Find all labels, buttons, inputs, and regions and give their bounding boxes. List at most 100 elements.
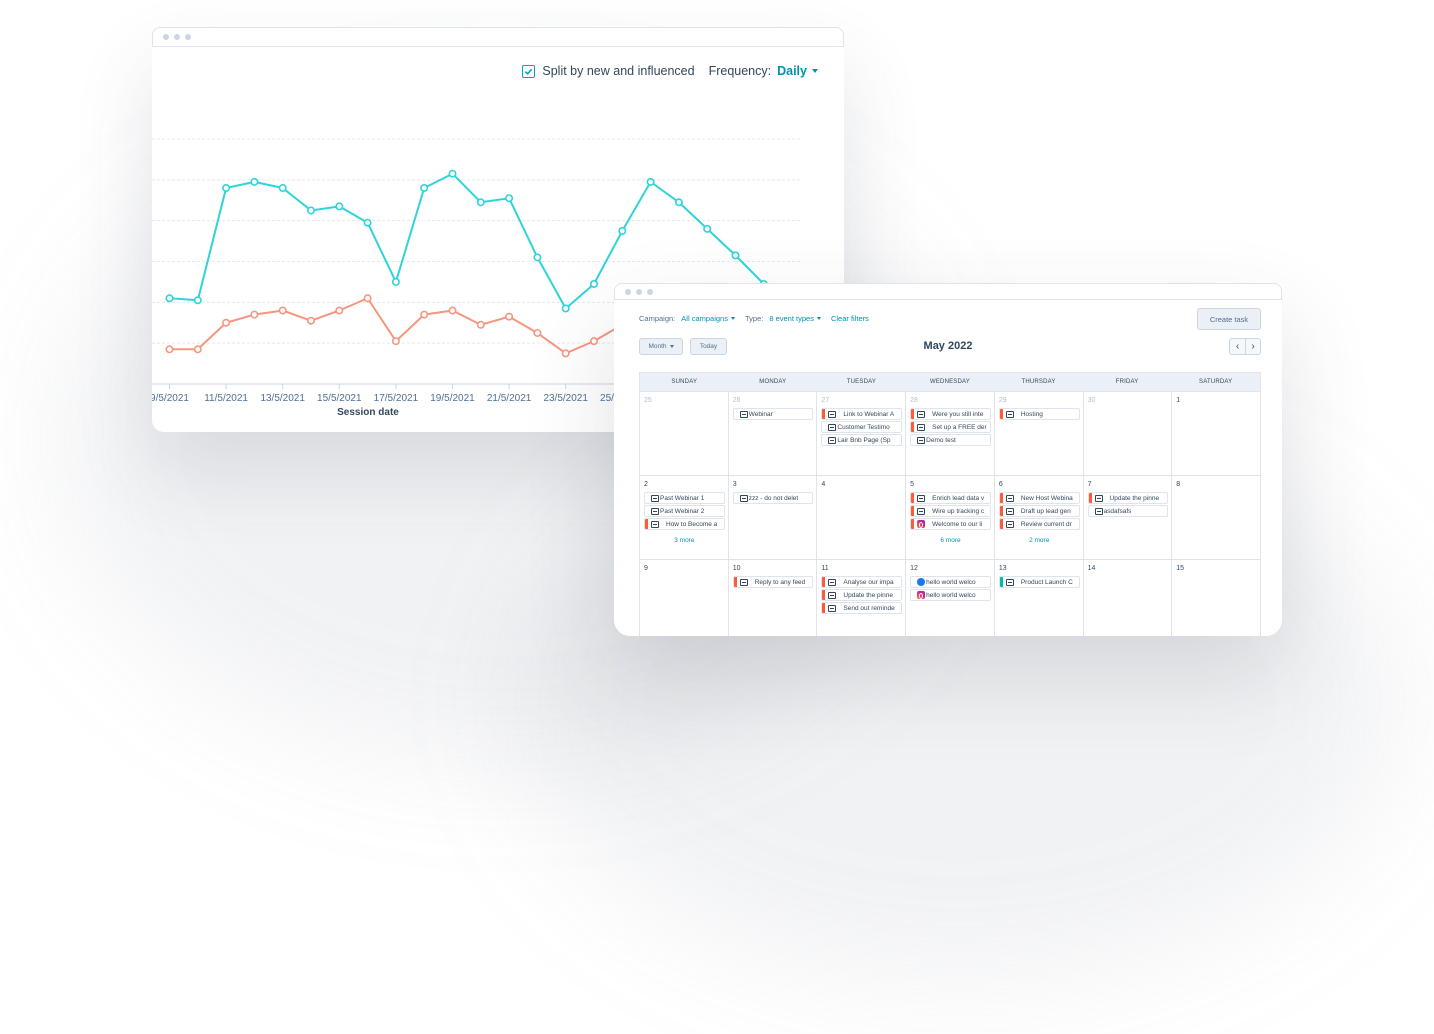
calendar-event[interactable]: Product Launch C [998, 576, 1080, 588]
data-point [335, 306, 344, 315]
calendar-day-cell[interactable]: 9 [640, 560, 729, 636]
calendar-event[interactable]: hello world welco [910, 589, 991, 601]
calendar-event[interactable]: Past Webinar 1 [644, 492, 725, 504]
calendar-event[interactable]: Demo test [910, 434, 991, 446]
document-icon [917, 437, 926, 444]
calendar-event[interactable]: How to Become a [644, 518, 725, 530]
document-icon [917, 411, 926, 418]
event-accent-bar [644, 519, 648, 529]
event-title: Were you still inte [932, 410, 984, 418]
calendar-week-row: 25 26 Webinar 27 Link to Webinar A Customer T… [639, 392, 1261, 476]
more-events-link[interactable]: 3 more [644, 537, 725, 544]
calendar-day-cell[interactable]: 11 Analyse our impa Update the pinne Send o… [817, 560, 907, 636]
event-accent-bar [999, 519, 1003, 529]
calendar-day-cell[interactable]: 15 [1172, 560, 1261, 636]
calendar-day-cell[interactable]: 4 [817, 476, 907, 560]
type-filter-dropdown[interactable]: 8 event types [769, 314, 821, 323]
calendar-event[interactable]: Customer Testimo [821, 421, 903, 433]
calendar-day-cell[interactable]: 26 Webinar [728, 392, 818, 476]
calendar-event[interactable]: Analyse our impa [821, 576, 903, 588]
data-point [307, 316, 316, 325]
data-point [165, 294, 174, 303]
document-icon [828, 579, 837, 586]
calendar-event[interactable]: hello world welco [910, 576, 991, 588]
document-icon [651, 508, 659, 515]
chevron-left-icon[interactable]: ‹ [1230, 339, 1245, 354]
calendar-event[interactable]: Past Webinar 2 [644, 505, 725, 517]
day-number: 6 [998, 481, 1003, 488]
calendar-event[interactable]: Lair Bnb Page (Sp [821, 434, 903, 446]
calendar-event[interactable]: Reply to any feed [732, 576, 814, 588]
calendar-event[interactable]: Enrich lead data v [910, 492, 991, 504]
day-number: 10 [732, 565, 741, 572]
document-icon [917, 495, 926, 502]
document-icon [828, 411, 837, 418]
data-point [278, 184, 287, 193]
calendar-day-cell[interactable]: 27 Link to Webinar A Customer Testimo Lair … [817, 392, 907, 476]
data-point [589, 337, 598, 346]
calendar-event[interactable]: Draft up lead gen [998, 505, 1080, 517]
document-icon [739, 495, 748, 502]
calendar-event[interactable]: Update the pinne [1087, 492, 1169, 504]
calendar-day-cell[interactable]: 8 [1172, 476, 1261, 560]
calendar-event[interactable]: Set up a FREE der [910, 421, 991, 433]
calendar-event[interactable]: Review current dr [998, 518, 1080, 530]
calendar-event[interactable]: Update the pinne [821, 589, 903, 601]
calendar-day-cell[interactable]: 13 Product Launch C [995, 560, 1084, 636]
calendar-event[interactable]: Send out reminde [821, 602, 903, 614]
calendar-day-cell[interactable]: 25 [640, 392, 729, 476]
calendar-day-cell[interactable]: 7 Update the pinne asdafsafs [1083, 476, 1173, 560]
event-accent-bar [822, 603, 826, 613]
event-title: Customer Testimo [837, 423, 890, 431]
weekday-label: MONDAY [759, 379, 787, 385]
calendar-day-cell[interactable]: 29 Hosting [994, 392, 1084, 476]
calendar-event[interactable]: Link to Webinar A [821, 408, 903, 420]
more-events-link[interactable]: 2 more [999, 537, 1080, 544]
calendar-day-cell[interactable]: 10 Reply to any feed [729, 560, 818, 636]
day-number: 7 [1087, 481, 1092, 488]
event-accent-bar [999, 409, 1003, 419]
event-accent-bar [911, 422, 915, 432]
day-number: 3 [732, 481, 737, 488]
event-title: Welcome to our li [932, 520, 983, 528]
calendar-filters: Campaign: All campaigns Type: 8 event ty… [639, 314, 869, 323]
marketing-calendar-window: Campaign: All campaigns Type: 8 event ty… [614, 283, 1282, 636]
calendar-event[interactable]: Welcome to our li [910, 518, 991, 530]
calendar-day-cell[interactable]: 5 Enrich lead data v Wire up tracking c Wel… [906, 476, 995, 560]
data-point [307, 206, 316, 215]
calendar-day-cell[interactable]: 1 [1172, 392, 1261, 476]
calendar-day-cell[interactable]: 6 New Host Webina Draft up lead gen Review … [994, 476, 1084, 560]
chevron-right-icon[interactable]: › [1245, 339, 1260, 354]
document-icon [917, 424, 926, 431]
calendar-event[interactable]: Wire up tracking c [910, 505, 991, 517]
data-point [420, 184, 429, 193]
data-point [420, 310, 429, 319]
document-icon [828, 605, 837, 612]
event-accent-bar [822, 577, 826, 587]
calendar-day-cell[interactable]: 30 [1083, 392, 1173, 476]
calendar-day-cell[interactable]: 28 Were you still inte Set up a FREE der De… [906, 392, 995, 476]
month-title: May 2022 [923, 340, 973, 352]
data-point [646, 177, 655, 186]
x-tick-label: 15/5/2021 [317, 393, 362, 404]
campaign-filter-dropdown[interactable]: All campaigns [681, 314, 735, 323]
day-number: 25 [644, 397, 652, 404]
calendar-event[interactable]: Hosting [998, 408, 1080, 420]
calendar-day-cell[interactable]: 2 Past Webinar 1 Past Webinar 2 How to Beco… [640, 476, 729, 560]
clear-filters-link[interactable]: Clear filters [831, 314, 869, 323]
calendar-event[interactable]: zzz - do not delet [732, 492, 814, 504]
create-task-button[interactable]: Create task [1197, 308, 1261, 330]
weekday-label: TUESDAY [846, 379, 877, 385]
calendar-day-cell[interactable]: 14 [1084, 560, 1173, 636]
day-number: 28 [910, 397, 918, 404]
calendar-day-cell[interactable]: 12 hello world welco hello world welco [906, 560, 995, 636]
more-events-link[interactable]: 6 more [910, 537, 991, 544]
calendar-event[interactable]: New Host Webina [998, 492, 1080, 504]
event-title: Demo test [926, 436, 956, 444]
calendar-event[interactable]: asdafsafs [1087, 505, 1169, 517]
calendar-day-cell[interactable]: 3 zzz - do not delet [728, 476, 818, 560]
window-titlebar [614, 283, 1282, 300]
calendar-event[interactable]: Webinar [732, 408, 814, 420]
event-title: Reply to any feed [754, 578, 806, 586]
calendar-event[interactable]: Were you still inte [910, 408, 991, 420]
